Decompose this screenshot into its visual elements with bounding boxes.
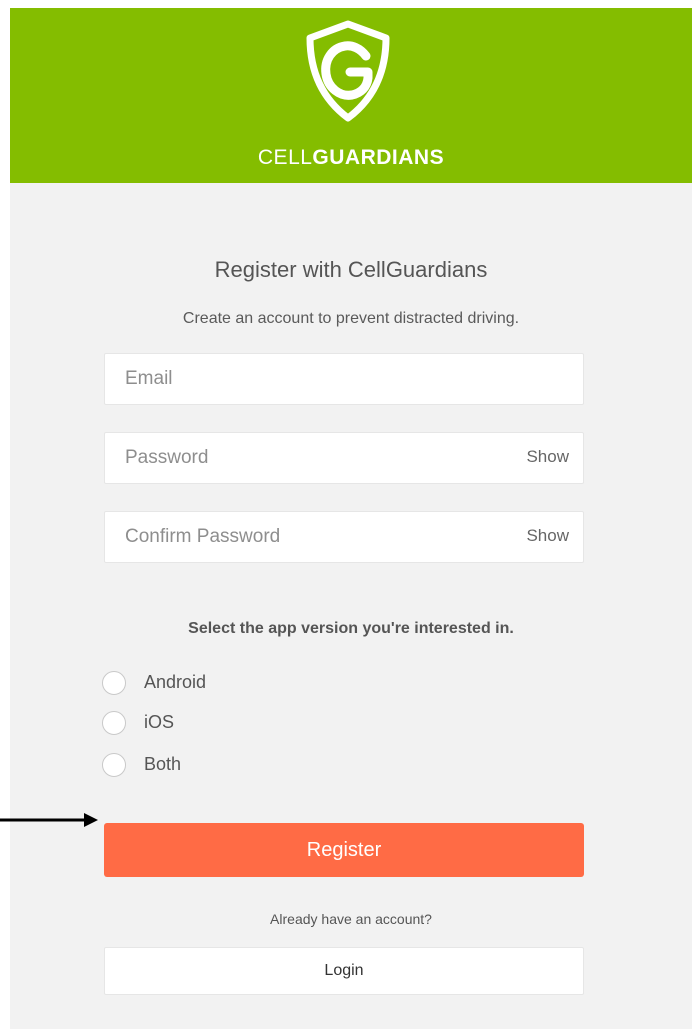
- password-show-toggle[interactable]: Show: [526, 447, 569, 467]
- registration-card: CELLGUARDIANS Register with CellGuardian…: [10, 8, 692, 1029]
- brand-header: CELLGUARDIANS: [10, 8, 692, 183]
- radio-label-android: Android: [144, 672, 207, 692]
- radio-label-both: Both: [144, 754, 182, 774]
- shield-g-logo-icon: [300, 20, 396, 124]
- already-have-account-text: Already have an account?: [270, 911, 432, 927]
- password-field[interactable]: [105, 433, 525, 483]
- arrow-right-icon: [0, 812, 100, 828]
- radio-button-both[interactable]: [102, 753, 126, 777]
- confirm-password-field-wrapper: Show: [104, 511, 584, 563]
- brand-name-light: CELL: [257, 146, 313, 169]
- page-title: Register with CellGuardians: [214, 257, 488, 282]
- password-field-wrapper: Show: [104, 432, 584, 484]
- brand-name-bold: GUARDIANS: [312, 146, 445, 169]
- radio-button-android[interactable]: [102, 671, 126, 695]
- page-subtitle: Create an account to prevent distracted …: [182, 310, 520, 327]
- login-button[interactable]: Login: [104, 947, 584, 995]
- email-field[interactable]: [105, 354, 525, 404]
- brand-name: CELLGUARDIANS: [10, 146, 692, 170]
- confirm-password-show-toggle[interactable]: Show: [526, 526, 569, 546]
- app-version-prompt: Select the app version you're interested…: [188, 620, 514, 637]
- confirm-password-field[interactable]: [105, 512, 525, 562]
- radio-label-ios: iOS: [144, 712, 175, 732]
- email-field-wrapper: [104, 353, 584, 405]
- radio-button-ios[interactable]: [102, 711, 126, 735]
- register-button[interactable]: Register: [104, 823, 584, 877]
